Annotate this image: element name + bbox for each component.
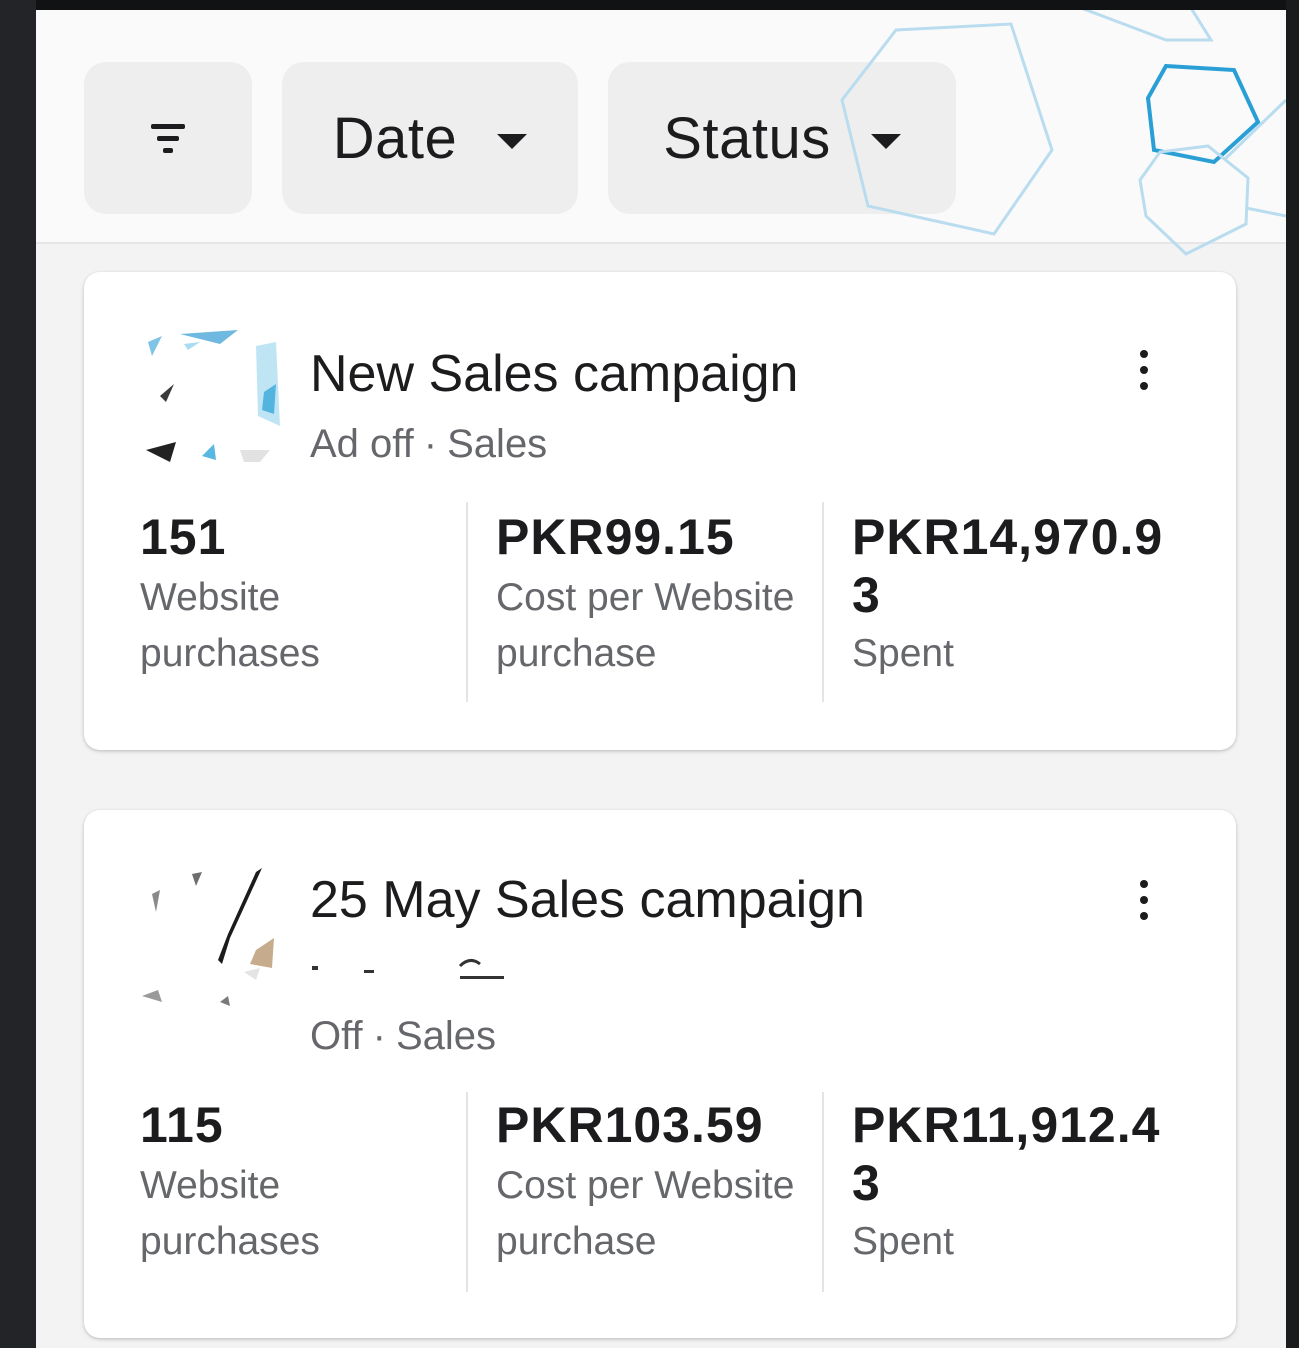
more-options-button[interactable] [1122,870,1166,930]
metric-label: Cost per Website purchase [496,1164,795,1263]
campaign-status: Off [310,1014,363,1058]
metric-value: PKR103.59 [496,1097,764,1153]
metric-label: Spent [852,632,954,675]
metric-amount-spent: PKR11,912.43 Spent [852,1096,1182,1270]
filter-lines-icon [151,123,185,153]
metric-value: PKR11,912.43 [852,1097,1161,1211]
campaign-status-line: Off · Sales [310,1014,496,1059]
metric-value: PKR99.15 [496,509,735,565]
date-dropdown[interactable]: Date [282,62,578,214]
metric-divider [466,502,468,702]
filter-bar: Date Status [36,10,1286,244]
metric-amount-spent: PKR14,970.93 Spent [852,508,1182,682]
metric-label: Website purchases [140,576,320,675]
more-vertical-icon [1140,350,1148,358]
metric-results: 115 Website purchases [140,1096,470,1270]
caret-down-icon [497,133,528,149]
campaign-thumbnail [140,326,280,466]
campaign-objective: Sales [395,1014,497,1058]
redacted-text-smudge [312,959,504,979]
campaign-name[interactable]: 25 May Sales campaign [310,870,865,930]
metric-value: PKR14,970.93 [852,509,1164,623]
metric-label: Spent [852,1220,954,1263]
ads-manager-page: Date Status New Sales campaign Ad off · … [36,10,1286,1348]
campaign-objective: Sales [447,422,548,466]
window-top-edge [0,0,1299,10]
metric-label: Website purchases [140,1164,320,1263]
metric-results: 151 Website purchases [140,508,470,682]
campaign-card[interactable]: New Sales campaign Ad off · Sales 151 Webs… [84,272,1236,750]
caret-down-icon [870,133,901,149]
status-dropdown-label: Status [663,105,831,171]
campaign-thumbnail [140,868,280,1008]
metric-divider [822,1092,824,1292]
campaign-status: Ad off [310,422,414,466]
metric-value: 151 [140,509,227,565]
campaign-name[interactable]: New Sales campaign [310,344,798,404]
status-dropdown[interactable]: Status [608,62,956,214]
metric-cost-per-result: PKR103.59 Cost per Website purchase [496,1096,826,1270]
filter-button[interactable] [84,62,252,214]
right-frame-border [1286,0,1299,1348]
metric-label: Cost per Website purchase [496,576,795,675]
date-dropdown-label: Date [332,105,458,171]
more-options-button[interactable] [1122,340,1166,400]
metric-divider [466,1092,468,1292]
campaign-status-line: Ad off · Sales [310,422,547,467]
campaign-card[interactable]: 25 May Sales campaign Off · Sales 115 Webs… [84,810,1236,1338]
left-frame-border [0,0,36,1348]
metric-cost-per-result: PKR99.15 Cost per Website purchase [496,508,826,682]
metric-value: 115 [140,1097,224,1153]
meta-separator: · [372,1014,386,1058]
more-vertical-icon [1140,880,1148,888]
meta-separator: · [423,422,438,466]
metric-divider [822,502,824,702]
